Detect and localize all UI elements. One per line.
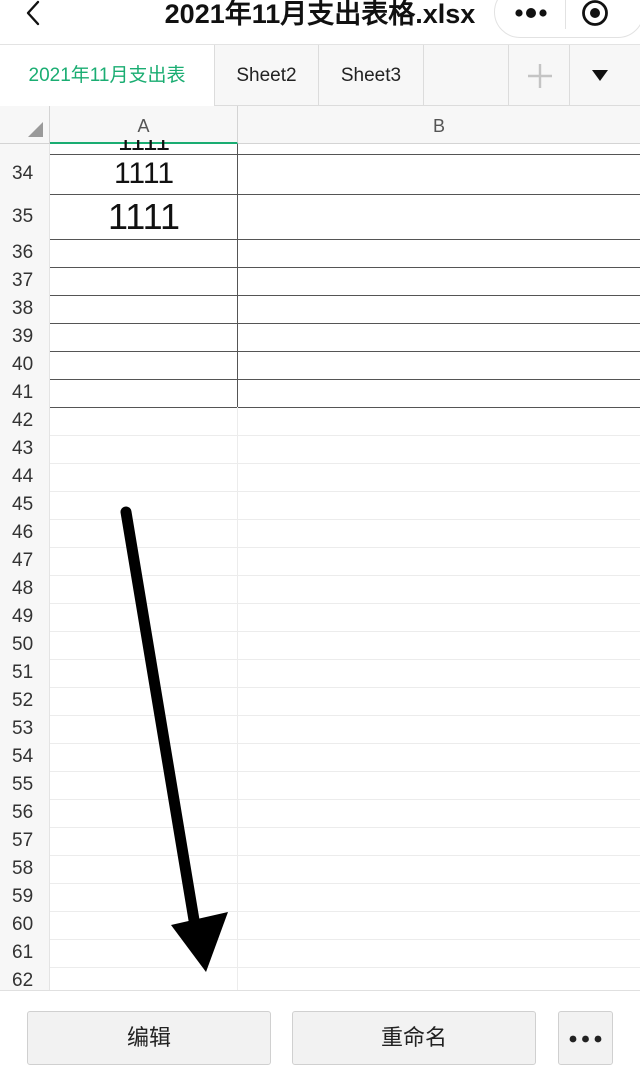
row-number[interactable]: 50: [0, 631, 50, 659]
row-header-divider: [49, 144, 50, 990]
cell-a[interactable]: [50, 771, 238, 799]
row-number[interactable]: 56: [0, 799, 50, 827]
cell-a[interactable]: [50, 323, 238, 351]
row-number[interactable]: 36: [0, 239, 50, 267]
row-number[interactable]: 54: [0, 743, 50, 771]
column-header-b[interactable]: B: [238, 106, 640, 144]
sheet-tab-bar: 2021年11月支出表 Sheet2 Sheet3: [0, 44, 640, 106]
cell-a[interactable]: [50, 743, 238, 771]
edit-button[interactable]: 编辑: [27, 1011, 271, 1065]
tab-sheet3[interactable]: Sheet3: [319, 45, 424, 106]
rename-button[interactable]: 重命名: [292, 1011, 536, 1065]
cell-a[interactable]: [50, 715, 238, 743]
row-number[interactable]: 47: [0, 547, 50, 575]
row-number[interactable]: 44: [0, 463, 50, 491]
row-number[interactable]: 62: [0, 967, 50, 990]
cell-a[interactable]: [50, 435, 238, 463]
row-number[interactable]: 49: [0, 603, 50, 631]
tab-2021-nov-expenses[interactable]: 2021年11月支出表: [0, 45, 215, 106]
more-dots-icon[interactable]: [495, 0, 565, 39]
row-number[interactable]: 48: [0, 575, 50, 603]
row-number[interactable]: 43: [0, 435, 50, 463]
cell-a[interactable]: [50, 659, 238, 687]
cell-a[interactable]: [50, 855, 238, 883]
column-divider-light: [237, 407, 238, 990]
cell-a[interactable]: 1111: [50, 154, 238, 194]
cell-a[interactable]: [50, 827, 238, 855]
cell-a[interactable]: [50, 379, 238, 407]
title-bar: 2021年11月支出表格.xlsx: [0, 0, 640, 44]
cell-a[interactable]: [50, 631, 238, 659]
cell-a[interactable]: [50, 911, 238, 939]
row-number[interactable]: 35: [0, 194, 50, 239]
cell-a[interactable]: [50, 799, 238, 827]
row-number[interactable]: 39: [0, 323, 50, 351]
row-number[interactable]: 59: [0, 883, 50, 911]
column-divider: [237, 144, 238, 407]
cell-a[interactable]: [50, 463, 238, 491]
row-number[interactable]: 55: [0, 771, 50, 799]
cell-a[interactable]: [50, 575, 238, 603]
row-number[interactable]: 58: [0, 855, 50, 883]
cell-a[interactable]: [50, 883, 238, 911]
row-number-partial: [0, 144, 50, 154]
cell-a[interactable]: [50, 267, 238, 295]
row-number[interactable]: 52: [0, 687, 50, 715]
mini-program-capsule: [494, 0, 640, 38]
cell-a[interactable]: [50, 547, 238, 575]
row-number[interactable]: 34: [0, 154, 50, 194]
target-icon[interactable]: [566, 0, 626, 39]
cell-a[interactable]: [50, 519, 238, 547]
column-header-a[interactable]: A: [50, 106, 238, 144]
row-number[interactable]: 41: [0, 379, 50, 407]
row-number[interactable]: 46: [0, 519, 50, 547]
column-header-row: A B: [0, 106, 640, 144]
triangle-down-icon[interactable]: [570, 45, 640, 106]
row-number[interactable]: 57: [0, 827, 50, 855]
cell-a[interactable]: [50, 351, 238, 379]
spreadsheet-grid[interactable]: A B 111134111135111136373839404142434445…: [0, 106, 640, 990]
cell-a[interactable]: [50, 295, 238, 323]
cell-a[interactable]: [50, 687, 238, 715]
ellipsis-icon[interactable]: [558, 1011, 613, 1065]
row-number[interactable]: 37: [0, 267, 50, 295]
row-number[interactable]: 42: [0, 407, 50, 435]
plus-icon[interactable]: [508, 45, 570, 106]
row-number[interactable]: 53: [0, 715, 50, 743]
cell-a[interactable]: [50, 939, 238, 967]
row-number[interactable]: 45: [0, 491, 50, 519]
row-number[interactable]: 40: [0, 351, 50, 379]
row-number[interactable]: 38: [0, 295, 50, 323]
cell-a[interactable]: 1111: [50, 194, 238, 239]
row-number[interactable]: 60: [0, 911, 50, 939]
corner-triangle-icon[interactable]: [0, 106, 50, 144]
row-number[interactable]: 51: [0, 659, 50, 687]
cell-a[interactable]: [50, 407, 238, 435]
bottom-action-bar: 编辑 重命名: [0, 990, 640, 1084]
tab-sheet2[interactable]: Sheet2: [215, 45, 319, 106]
cell-a[interactable]: [50, 491, 238, 519]
cell-a[interactable]: [50, 603, 238, 631]
cell-a[interactable]: [50, 967, 238, 990]
cell-a[interactable]: [50, 239, 238, 267]
row-number[interactable]: 61: [0, 939, 50, 967]
